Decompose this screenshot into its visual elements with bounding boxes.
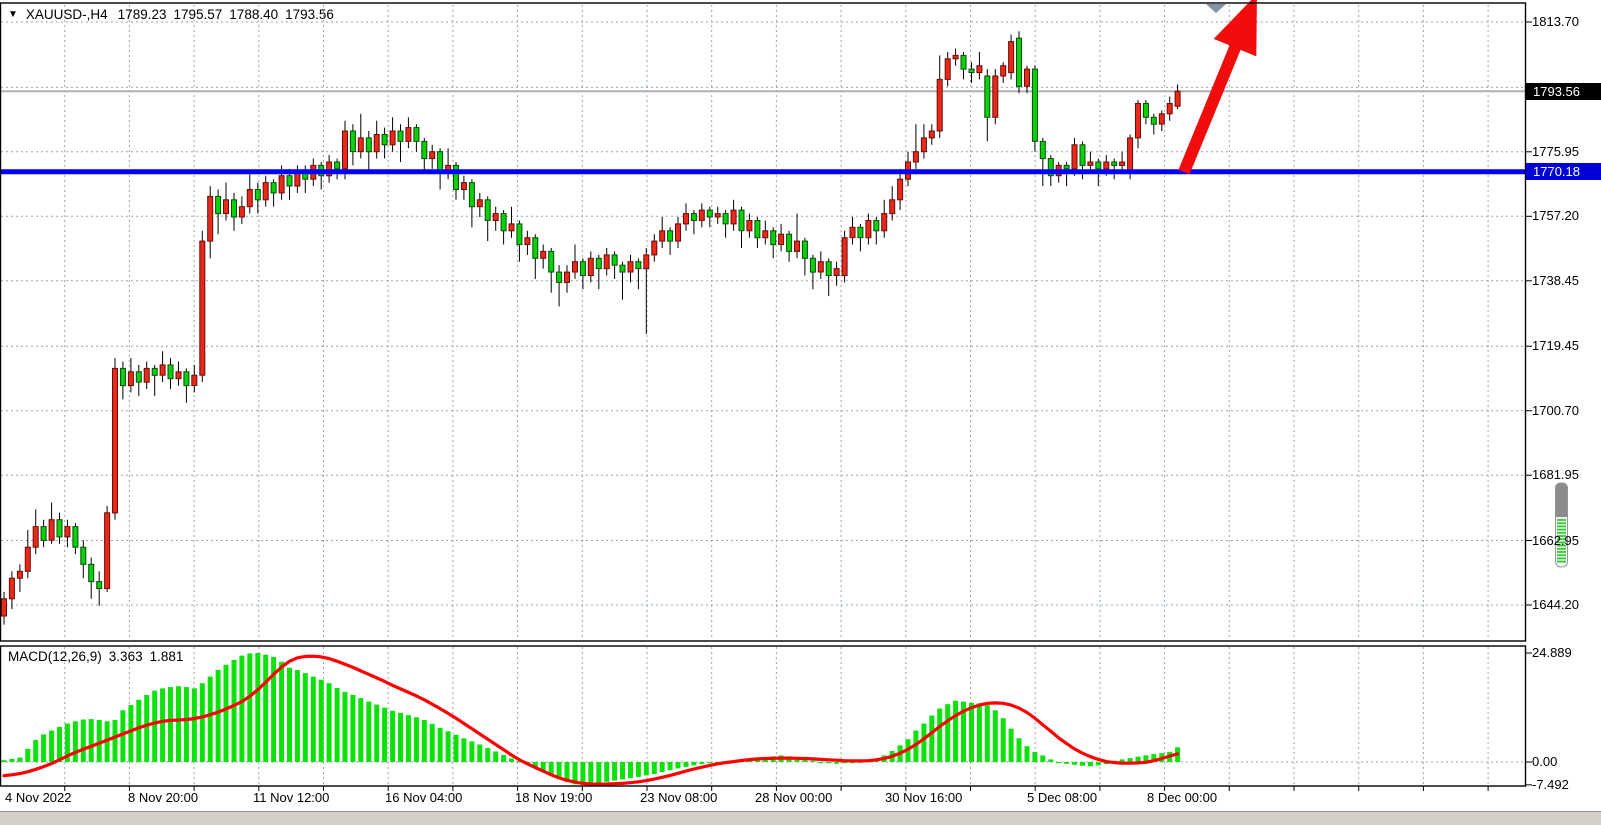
macd-panel-border <box>1 646 1526 786</box>
time-axis-label: 16 Nov 04:00 <box>385 790 462 805</box>
price-axis-label: 1719.45 <box>1532 338 1579 353</box>
time-axis-label: 23 Nov 08:00 <box>640 790 717 805</box>
price-axis-label: 1700.70 <box>1532 403 1579 418</box>
macd-signal-value: 1.881 <box>150 649 184 664</box>
macd-main-value: 3.363 <box>109 649 143 664</box>
bid-price-badge: 1793.56 <box>1526 83 1601 100</box>
trend-arrow[interactable] <box>1184 0 1257 172</box>
price-axis-label: 1644.20 <box>1532 597 1579 612</box>
price-axis-label: 1662.95 <box>1532 533 1579 548</box>
macd-axis-label: 0.00 <box>1532 754 1557 769</box>
time-axis-label: 5 Dec 08:00 <box>1027 790 1097 805</box>
ohlc-high: 1795.57 <box>173 7 222 22</box>
ohlc-low: 1788.40 <box>229 7 278 22</box>
time-axis-label: 18 Nov 19:00 <box>515 790 592 805</box>
chart-canvas[interactable] <box>0 0 1601 825</box>
support-level-badge: 1770.18 <box>1526 163 1601 180</box>
symbol-period-label: XAUUSD-,H4 <box>26 7 108 22</box>
bottom-strip <box>0 811 1601 825</box>
time-axis-label: 11 Nov 12:00 <box>253 790 329 805</box>
scroll-widget[interactable] <box>1556 483 1568 567</box>
time-axis-label: 8 Nov 20:00 <box>128 790 198 805</box>
price-panel-border <box>1 3 1526 641</box>
time-axis-label: 8 Dec 00:00 <box>1147 790 1217 805</box>
chart-window: ▼ XAUUSD-,H4 1789.23 1795.57 1788.40 179… <box>0 0 1601 825</box>
price-axis-label: 1757.20 <box>1532 208 1579 223</box>
price-axis-label: 1813.70 <box>1532 14 1579 29</box>
macd-axis-label: -7.492 <box>1532 777 1569 792</box>
time-axis-label: 30 Nov 16:00 <box>885 790 962 805</box>
price-axis-label: 1681.95 <box>1532 467 1579 482</box>
macd-axis-label: 24.889 <box>1532 645 1572 660</box>
period-marker-icon <box>1206 4 1226 13</box>
price-axis-label: 1738.45 <box>1532 273 1579 288</box>
ohlc-open: 1789.23 <box>118 7 167 22</box>
candles-group <box>2 31 1181 624</box>
time-axis-label: 28 Nov 00:00 <box>755 790 832 805</box>
price-axis-label: 1775.95 <box>1532 144 1579 159</box>
symbol-marker-icon: ▼ <box>8 9 18 20</box>
macd-name: MACD(12,26,9) <box>8 649 102 664</box>
chart-title: ▼ XAUUSD-,H4 1789.23 1795.57 1788.40 179… <box>8 7 334 22</box>
time-axis-label: 4 Nov 2022 <box>5 790 72 805</box>
macd-indicator-label: MACD(12,26,9) 3.363 1.881 <box>8 649 183 664</box>
ohlc-close: 1793.56 <box>285 7 334 22</box>
